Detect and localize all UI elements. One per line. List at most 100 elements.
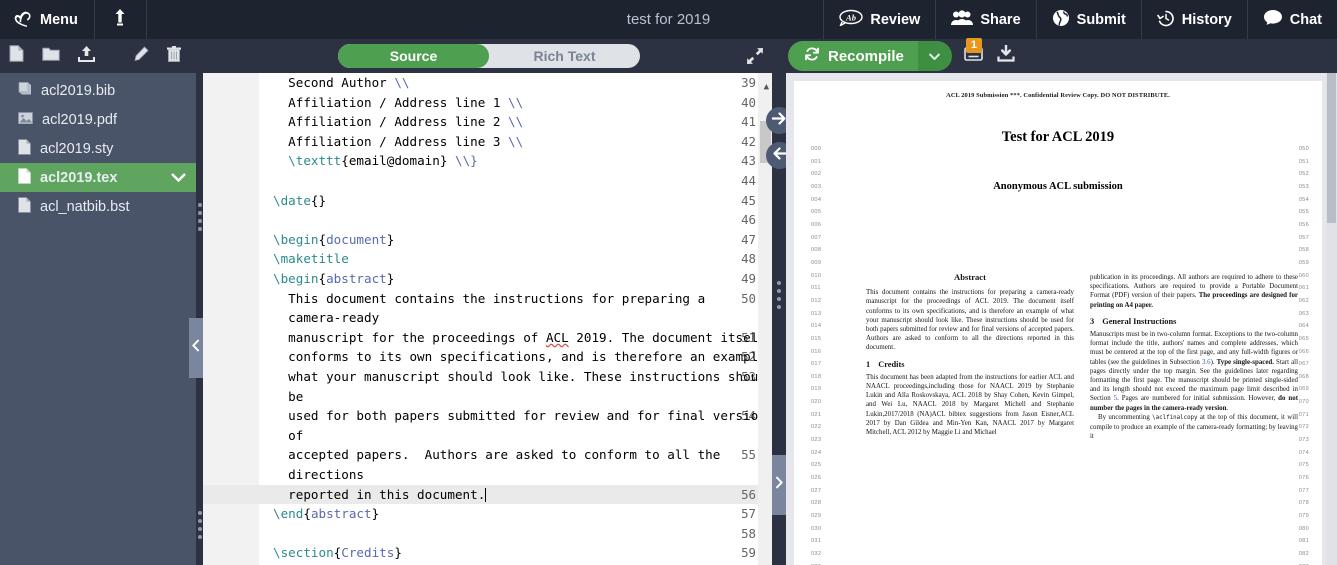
pdf-line-number: 028 — [811, 500, 822, 507]
tab-source[interactable]: Source — [338, 44, 489, 68]
editor-code-content[interactable]: Second Author \\ Affiliation / Address l… — [259, 73, 772, 565]
download-pdf-button[interactable] — [997, 43, 1015, 67]
code-line: Second Author \\ — [273, 75, 410, 90]
resizer-dots — [198, 511, 202, 543]
code-line: \begin{document} — [273, 231, 395, 247]
splitter-dots — [777, 281, 781, 313]
pencil-rename-icon — [133, 45, 149, 67]
file-icon — [18, 138, 31, 159]
pdf-document-subtitle: Anonymous ACL submission — [993, 181, 1123, 192]
file-item-sty[interactable]: acl2019.sty — [0, 134, 196, 163]
pdf-line-number: 058 — [1298, 247, 1309, 254]
expand-fullscreen-icon[interactable] — [746, 47, 764, 70]
pdf-document-title: Test for ACL 2019 — [1001, 129, 1115, 145]
compile-toolbar: Recompile 1 — [782, 37, 1337, 73]
new-file-button[interactable] — [0, 45, 33, 67]
new-folder-button[interactable] — [33, 46, 69, 66]
pdf-ref-3-6[interactable]: 3.6 — [1202, 359, 1211, 366]
pdf-line-number: 066 — [1298, 348, 1309, 355]
pdf-line-number: 016 — [811, 348, 822, 355]
svg-text:Ab: Ab — [845, 13, 856, 23]
splitter-handle[interactable] — [772, 455, 786, 515]
upload-file-button[interactable] — [69, 45, 104, 67]
download-pdf-icon — [997, 43, 1015, 67]
pdf-line-number: 015 — [811, 335, 822, 342]
pdf-line-number: 007 — [811, 234, 822, 241]
upload-project-button[interactable] — [95, 0, 147, 39]
code-line: manuscript for the proceedings of ACL 20… — [273, 329, 766, 345]
chevron-right-icon — [775, 476, 783, 494]
file-name: acl2019.pdf — [42, 111, 117, 128]
pdf-line-number: 051 — [1298, 158, 1309, 165]
pdf-line-number: 064 — [1298, 323, 1309, 330]
overleaf-editor-app: Menu Ab Review Share Submit History Chat… — [0, 0, 1337, 565]
pdf-section1-body: This document has been adapted from the … — [866, 373, 1074, 437]
file-item-pdf[interactable]: acl2019.pdf — [0, 105, 196, 134]
pdf-scrollbar[interactable] — [1326, 73, 1337, 565]
file-tree-sidebar: acl2019.bib acl2019.pdf acl2019.sty acl2… — [0, 73, 196, 565]
code-line: conforms to its own specifications, and … — [273, 349, 772, 365]
pdf-line-number: 010 — [811, 272, 822, 279]
pdf-line-number: 002 — [811, 171, 822, 178]
pdf-scrollbar-thumb[interactable] — [1327, 73, 1336, 223]
delete-button[interactable] — [158, 45, 190, 67]
recompile-button[interactable]: Recompile — [788, 41, 918, 71]
chat-button[interactable]: Chat — [1246, 0, 1337, 39]
pdf-line-number: 083 — [1299, 561, 1309, 565]
code-line-wrap: camera-ready — [273, 310, 380, 326]
file-name: acl2019.sty — [40, 140, 114, 157]
file-name: acl_natbib.bst — [40, 198, 130, 215]
pdf-line-number: 075 — [1298, 462, 1309, 469]
file-item-bib[interactable]: acl2019.bib — [0, 76, 196, 105]
code-line: \begin{abstract} — [273, 271, 395, 286]
review-label: Review — [870, 11, 921, 28]
arrow-left-sync-icon — [772, 146, 789, 165]
s3bold1: Type single-spaced. — [1216, 358, 1274, 366]
top-header-bar: Menu Ab Review Share Submit History Chat… — [0, 0, 1337, 39]
editor-mode-toolbar: Source Rich Text — [196, 39, 782, 73]
tab-rich-text[interactable]: Rich Text — [489, 44, 640, 68]
pdf-line-number: 006 — [811, 221, 822, 228]
code-line: Affiliation / Address line 3 \\ — [273, 133, 524, 149]
pdf-line-number: 057 — [1298, 234, 1309, 241]
image-pdf-icon — [18, 111, 33, 129]
sidebar-collapse-handle[interactable] — [189, 318, 203, 378]
pdf-line-number: 033 — [811, 561, 821, 565]
pdf-section1-number: 1 — [866, 359, 871, 369]
secondary-toolbar: Source Rich Text Recompile 1 — [0, 37, 1337, 73]
scroll-up-arrow-icon[interactable]: ▲ — [764, 78, 769, 98]
pdf-line-number: 020 — [811, 399, 822, 406]
pdf-line-number: 072 — [1298, 424, 1309, 431]
pdf-preview-pane[interactable]: ACL 2019 Submission ***. Confidential Re… — [786, 73, 1337, 565]
menu-label: Menu — [40, 11, 78, 28]
chevron-down-icon[interactable] — [171, 170, 186, 186]
pdf-line-number: 056 — [1298, 221, 1309, 228]
pdf-line-number: 062 — [1298, 297, 1309, 304]
submit-button[interactable]: Submit — [1035, 0, 1141, 39]
pdf-section3-heading: 3 General Instructions — [1090, 317, 1298, 326]
share-button[interactable]: Share — [935, 0, 1035, 39]
code-editor[interactable]: 394041424344454647▼4849▼5051525354555657… — [203, 73, 772, 565]
file-item-tex[interactable]: acl2019.tex — [0, 163, 196, 192]
pdf-line-number: 053 — [1298, 183, 1309, 190]
pdf-line-number: 073 — [1298, 437, 1309, 444]
upload-arrow-icon — [113, 8, 127, 31]
editor-mode-toggle[interactable]: Source Rich Text — [338, 44, 640, 68]
pdf-section3-number: 3 — [1090, 316, 1095, 326]
file-name: acl2019.bib — [41, 82, 116, 99]
pdf-line-number: 082 — [1298, 551, 1309, 557]
review-button[interactable]: Ab Review — [823, 0, 935, 39]
pdf-line-number: 067 — [1298, 361, 1309, 368]
pdf-line-number: 001 — [811, 158, 822, 165]
code-line: used for both papers submitted for revie… — [273, 408, 772, 424]
recompile-label: Recompile — [828, 47, 904, 65]
pdf-line-number: 017 — [811, 361, 822, 368]
file-item-bst[interactable]: acl_natbib.bst — [0, 192, 196, 221]
pdf-line-number: 008 — [811, 247, 822, 254]
rename-button[interactable] — [124, 45, 158, 67]
history-button[interactable]: History — [1140, 0, 1247, 39]
recompile-options-button[interactable] — [917, 41, 952, 71]
compile-logs-button[interactable]: 1 — [964, 37, 983, 67]
menu-button[interactable]: Menu — [0, 0, 95, 39]
code-line: \texttt{email@domain} \\} — [288, 153, 478, 169]
